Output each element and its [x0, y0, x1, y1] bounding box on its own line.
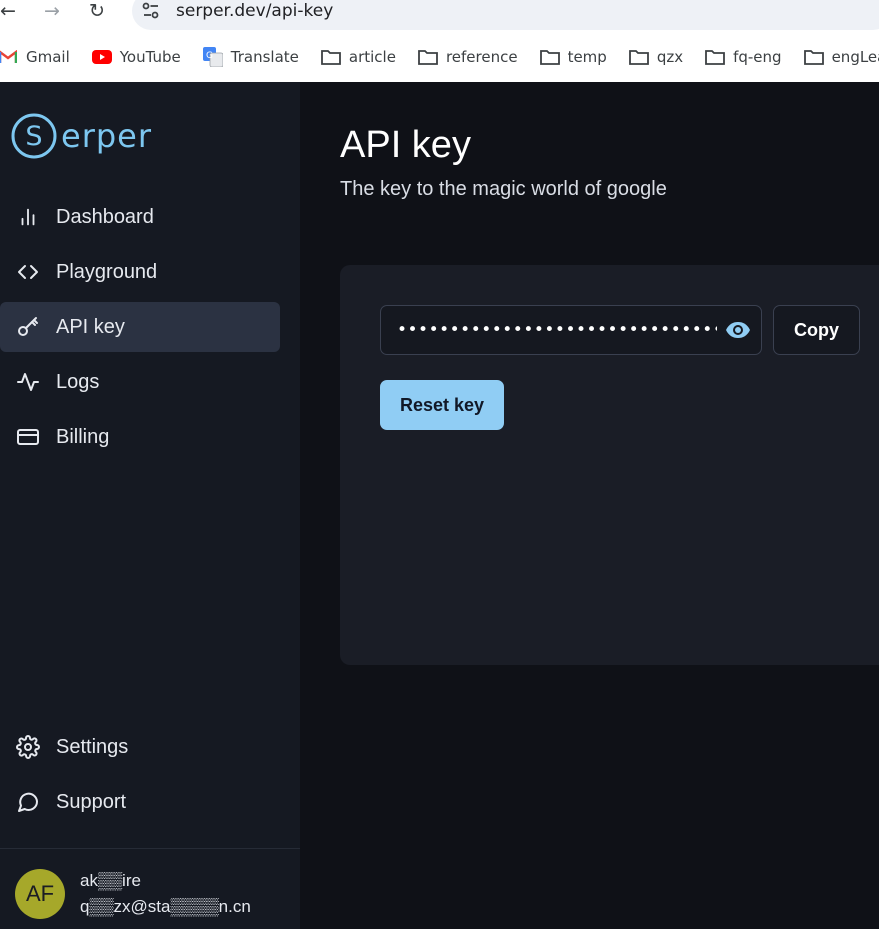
page-title: API key	[340, 124, 471, 166]
folder-icon	[803, 48, 824, 66]
sidebar-item-label: API key	[56, 315, 125, 338]
bookmark-label: engLear	[831, 48, 879, 66]
gear-icon	[15, 734, 41, 760]
bookmark-translate[interactable]: G Translate	[202, 47, 299, 67]
folder-icon	[628, 48, 649, 66]
bookmark-folder-article[interactable]: article	[320, 48, 396, 66]
reset-key-button[interactable]: Reset key	[380, 380, 504, 430]
bookmark-folder-reference[interactable]: reference	[418, 48, 518, 66]
serper-logo-icon: S	[11, 113, 57, 159]
eye-icon[interactable]	[725, 318, 751, 342]
bookmark-folder-qzx[interactable]: qzx	[628, 48, 684, 66]
sidebar-item-playground[interactable]: Playground	[0, 247, 280, 297]
avatar[interactable]: AF	[15, 869, 65, 919]
sidebar-item-label: Support	[56, 790, 127, 813]
code-icon	[15, 259, 41, 285]
site-settings-icon[interactable]	[141, 1, 161, 21]
serper-logo[interactable]: S erper	[10, 112, 152, 160]
translate-icon: G	[202, 47, 223, 67]
bookmark-label: qzx	[656, 48, 684, 66]
url-text[interactable]: serper.dev/api-key	[176, 1, 333, 21]
user-name: ak▒▒ire	[80, 871, 141, 890]
logo-text: erper	[61, 117, 152, 155]
bookmark-label: temp	[567, 48, 607, 66]
copy-button[interactable]: Copy	[773, 305, 860, 355]
sidebar-item-logs[interactable]: Logs	[0, 357, 280, 407]
reload-icon[interactable]: ↻	[85, 0, 109, 22]
user-email: q▒▒zx@sta▒▒▒▒n.cn	[80, 897, 251, 916]
api-key-masked-value[interactable]: ••••••••••••••••••••••••••••••••••••	[397, 320, 717, 340]
bookmark-label: fq-eng	[733, 48, 782, 66]
credit-card-icon	[15, 424, 41, 450]
folder-icon	[418, 48, 438, 66]
sidebar: S erper Dashboard Playground API key Log…	[0, 82, 300, 929]
sidebar-item-api-key[interactable]: API key	[0, 302, 280, 352]
bar-chart-icon	[15, 204, 41, 230]
forward-arrow-icon[interactable]: →	[40, 0, 64, 22]
sidebar-item-label: Playground	[56, 260, 158, 283]
logo-letter: S	[25, 121, 42, 152]
bookmark-label: Translate	[230, 48, 299, 66]
folder-icon	[320, 48, 341, 66]
page-subtitle: The key to the magic world of google	[340, 178, 667, 200]
sidebar-item-settings[interactable]: Settings	[0, 722, 280, 772]
folder-icon	[705, 48, 725, 66]
browser-chrome: ← → ↻ serper.dev/api-key Gmail YouTube G…	[0, 0, 879, 82]
svg-text:G: G	[206, 51, 213, 61]
sidebar-item-support[interactable]: Support	[0, 777, 280, 827]
youtube-icon	[91, 48, 112, 66]
sidebar-item-label: Billing	[56, 425, 110, 448]
sidebar-item-billing[interactable]: Billing	[0, 412, 280, 462]
activity-icon	[15, 369, 41, 395]
bookmark-label: article	[348, 48, 396, 66]
bookmark-gmail[interactable]: Gmail	[0, 48, 70, 66]
bookmark-folder-englear[interactable]: engLear	[803, 48, 879, 66]
bookmark-youtube[interactable]: YouTube	[91, 48, 181, 66]
folder-icon	[539, 48, 560, 66]
bookmark-label: YouTube	[119, 48, 181, 66]
sidebar-item-label: Logs	[56, 370, 100, 393]
bookmark-label: reference	[445, 48, 518, 66]
bookmark-folder-fq-eng[interactable]: fq-eng	[705, 48, 782, 66]
gmail-icon	[0, 48, 18, 66]
back-arrow-icon[interactable]: ←	[0, 0, 20, 22]
user-profile[interactable]: AF ak▒▒ire q▒▒zx@sta▒▒▒▒n.cn	[15, 868, 251, 920]
bookmark-folder-temp[interactable]: temp	[539, 48, 607, 66]
sidebar-item-label: Settings	[56, 735, 129, 758]
sidebar-item-label: Dashboard	[56, 205, 154, 228]
api-key-field[interactable]: ••••••••••••••••••••••••••••••••••••	[380, 305, 762, 355]
bookmarks-bar: Gmail YouTube G Translate article refere…	[0, 44, 879, 70]
sidebar-item-dashboard[interactable]: Dashboard	[0, 192, 280, 242]
bookmark-label: Gmail	[26, 48, 70, 66]
sidebar-divider	[0, 848, 300, 849]
key-icon	[15, 314, 41, 340]
main-content: API key The key to the magic world of go…	[300, 82, 879, 929]
user-info: ak▒▒ire q▒▒zx@sta▒▒▒▒n.cn	[80, 868, 251, 920]
api-key-card: •••••••••••••••••••••••••••••••••••• Cop…	[340, 265, 879, 665]
chat-bubble-icon	[15, 789, 41, 815]
